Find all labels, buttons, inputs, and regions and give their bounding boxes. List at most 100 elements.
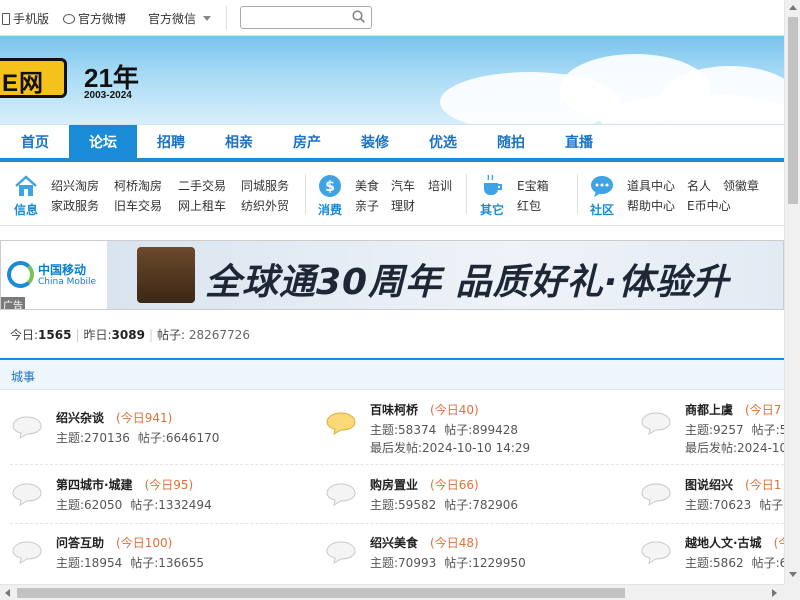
ad-headline: 全球通30周年 品质好礼·体验升 bbox=[205, 262, 730, 303]
envelope-icon bbox=[137, 247, 195, 303]
nav-snapshots[interactable]: 随拍 bbox=[477, 125, 545, 161]
community-group[interactable]: 社区 bbox=[586, 174, 618, 218]
search-icon[interactable] bbox=[352, 10, 365, 23]
divider bbox=[226, 6, 227, 30]
topic-count: 主题:62050 bbox=[56, 498, 123, 512]
forum-item[interactable]: 第四城市·城建 (今日95) 主题:62050 帖子:1332494 bbox=[12, 476, 312, 534]
site-logo[interactable]: E网 bbox=[0, 58, 67, 98]
horizontal-scrollbar[interactable] bbox=[0, 584, 784, 600]
svg-text:$: $ bbox=[325, 179, 335, 195]
wechat-dropdown[interactable]: 官方微信 bbox=[148, 10, 212, 27]
link-red-packet[interactable]: 红包 bbox=[517, 197, 541, 214]
forum-stats: 今日:1565 | 昨日:3089 | 帖子: 28267726 bbox=[10, 328, 250, 342]
nav-decoration[interactable]: 装修 bbox=[341, 125, 409, 161]
speech-bubble-icon bbox=[326, 541, 356, 564]
link-props-center[interactable]: 道具中心 bbox=[627, 177, 675, 194]
nav-live[interactable]: 直播 bbox=[545, 125, 613, 161]
last-post: 最后发帖:2024-10-10 14:29 bbox=[370, 441, 531, 455]
scroll-thumb[interactable] bbox=[788, 17, 798, 204]
forum-item[interactable]: 绍兴杂谈 (今日941) 主题:270136 帖子:6646170 bbox=[12, 409, 312, 467]
nav-forum[interactable]: 论坛 bbox=[69, 125, 137, 161]
post-count: 帖子:782906 bbox=[444, 498, 519, 512]
vertical-scrollbar[interactable] bbox=[784, 0, 800, 584]
link-finance[interactable]: 理财 bbox=[391, 197, 415, 214]
link-auto[interactable]: 汽车 bbox=[391, 177, 415, 194]
link-celebrities[interactable]: 名人 bbox=[687, 177, 711, 194]
site-header: E网 21年 2003-2024 bbox=[0, 36, 784, 124]
link-car-rental[interactable]: 网上租车 bbox=[178, 197, 226, 214]
forum-name[interactable]: 商都上虞 bbox=[685, 403, 733, 417]
forum-item[interactable]: 图说绍兴 (今日1 主题:70623 帖子:5 bbox=[641, 476, 800, 534]
divider bbox=[577, 174, 578, 214]
weibo-label: 官方微博 bbox=[78, 12, 127, 26]
nav-jobs[interactable]: 招聘 bbox=[137, 125, 205, 161]
forum-name[interactable]: 百味柯桥 bbox=[370, 403, 418, 417]
scroll-thumb[interactable] bbox=[17, 588, 625, 598]
brand-cn: 中国移动 bbox=[38, 263, 87, 277]
link-help-center[interactable]: 帮助中心 bbox=[627, 197, 675, 214]
nav-dating[interactable]: 相亲 bbox=[205, 125, 273, 161]
forum-item[interactable]: 百味柯桥 (今日40) 主题:58374 帖子:899428 最后发帖:2024-1… bbox=[326, 401, 626, 459]
other-group[interactable]: 其它 bbox=[476, 174, 508, 218]
consume-group[interactable]: $ 消费 bbox=[314, 174, 346, 218]
coffee-icon bbox=[484, 174, 502, 195]
forum-name[interactable]: 问答互助 bbox=[56, 536, 104, 550]
link-keqiao-house[interactable]: 柯桥淘房 bbox=[114, 177, 162, 194]
today-count: 1565 bbox=[38, 328, 72, 342]
forum-name[interactable]: 绍兴杂谈 bbox=[56, 411, 104, 425]
post-count: 帖子:136655 bbox=[130, 556, 205, 570]
top-bar: 手机版 官方微博 官方微信 bbox=[0, 0, 784, 36]
forum-name[interactable]: 图说绍兴 bbox=[685, 478, 733, 492]
search-box bbox=[240, 6, 372, 29]
nav-realestate[interactable]: 房产 bbox=[273, 125, 341, 161]
scroll-right-icon[interactable] bbox=[772, 589, 777, 597]
link-parenting[interactable]: 亲子 bbox=[355, 197, 379, 214]
speech-bubble-icon bbox=[641, 412, 671, 435]
link-shaoxing-house[interactable]: 绍兴淘房 bbox=[51, 177, 99, 194]
section-title[interactable]: 城事 bbox=[11, 368, 35, 385]
link-textile-trade[interactable]: 纺织外贸 bbox=[241, 197, 289, 214]
forum-name[interactable]: 第四城市·城建 bbox=[56, 478, 133, 492]
post-count: 帖子:6 bbox=[751, 556, 788, 570]
chevron-down-icon bbox=[203, 16, 212, 21]
link-training[interactable]: 培训 bbox=[428, 177, 452, 194]
scroll-down-icon[interactable] bbox=[789, 572, 797, 577]
link-second-hand[interactable]: 二手交易 bbox=[178, 177, 226, 194]
scroll-up-icon[interactable] bbox=[789, 5, 797, 10]
topic-count: 主题:270136 bbox=[56, 431, 130, 445]
brand-en: China Mobile bbox=[38, 277, 97, 287]
topic-count: 主题:5862 bbox=[685, 556, 744, 570]
forum-item[interactable]: 商都上虞 (今日7 主题:9257 帖子:5 最后发帖:2024-10- bbox=[641, 401, 800, 459]
mobile-link[interactable]: 手机版 bbox=[2, 10, 49, 27]
section-header: 城事 bbox=[0, 358, 784, 390]
nav-home[interactable]: 首页 bbox=[1, 125, 69, 161]
topic-count: 主题:70993 bbox=[370, 556, 437, 570]
scroll-left-icon[interactable] bbox=[5, 589, 10, 597]
row-divider bbox=[10, 464, 784, 465]
forum-name[interactable]: 越地人文·古城 bbox=[685, 536, 762, 550]
link-housekeeping[interactable]: 家政服务 bbox=[51, 197, 99, 214]
link-badges[interactable]: 领徽章 bbox=[723, 177, 759, 194]
today-count: (今日7 bbox=[745, 403, 782, 417]
info-group[interactable]: 信息 bbox=[10, 174, 42, 218]
today-count: (今日66) bbox=[430, 478, 479, 492]
forum-item[interactable]: 购房置业 (今日66) 主题:59582 帖子:782906 bbox=[326, 476, 626, 534]
community-label: 社区 bbox=[589, 203, 614, 217]
ad-banner[interactable]: 中国移动 China Mobile 全球通30周年 品质好礼·体验升 广告 bbox=[0, 240, 784, 310]
link-ebox[interactable]: E宝箱 bbox=[517, 177, 549, 194]
today-count: (今日40) bbox=[430, 403, 479, 417]
posts-label: 帖子: bbox=[157, 328, 186, 342]
consume-label: 消费 bbox=[317, 203, 342, 217]
weibo-icon bbox=[63, 13, 75, 24]
link-city-service[interactable]: 同城服务 bbox=[241, 177, 289, 194]
speech-bubble-icon bbox=[326, 412, 356, 435]
link-used-car[interactable]: 旧车交易 bbox=[114, 197, 162, 214]
forum-name[interactable]: 购房置业 bbox=[370, 478, 418, 492]
search-input[interactable] bbox=[245, 7, 351, 27]
link-food[interactable]: 美食 bbox=[355, 177, 379, 194]
weibo-link[interactable]: 官方微博 bbox=[63, 10, 126, 27]
other-label: 其它 bbox=[479, 203, 504, 217]
nav-select[interactable]: 优选 bbox=[409, 125, 477, 161]
link-ecoin-center[interactable]: E币中心 bbox=[687, 197, 731, 214]
forum-name[interactable]: 绍兴美食 bbox=[370, 536, 418, 550]
